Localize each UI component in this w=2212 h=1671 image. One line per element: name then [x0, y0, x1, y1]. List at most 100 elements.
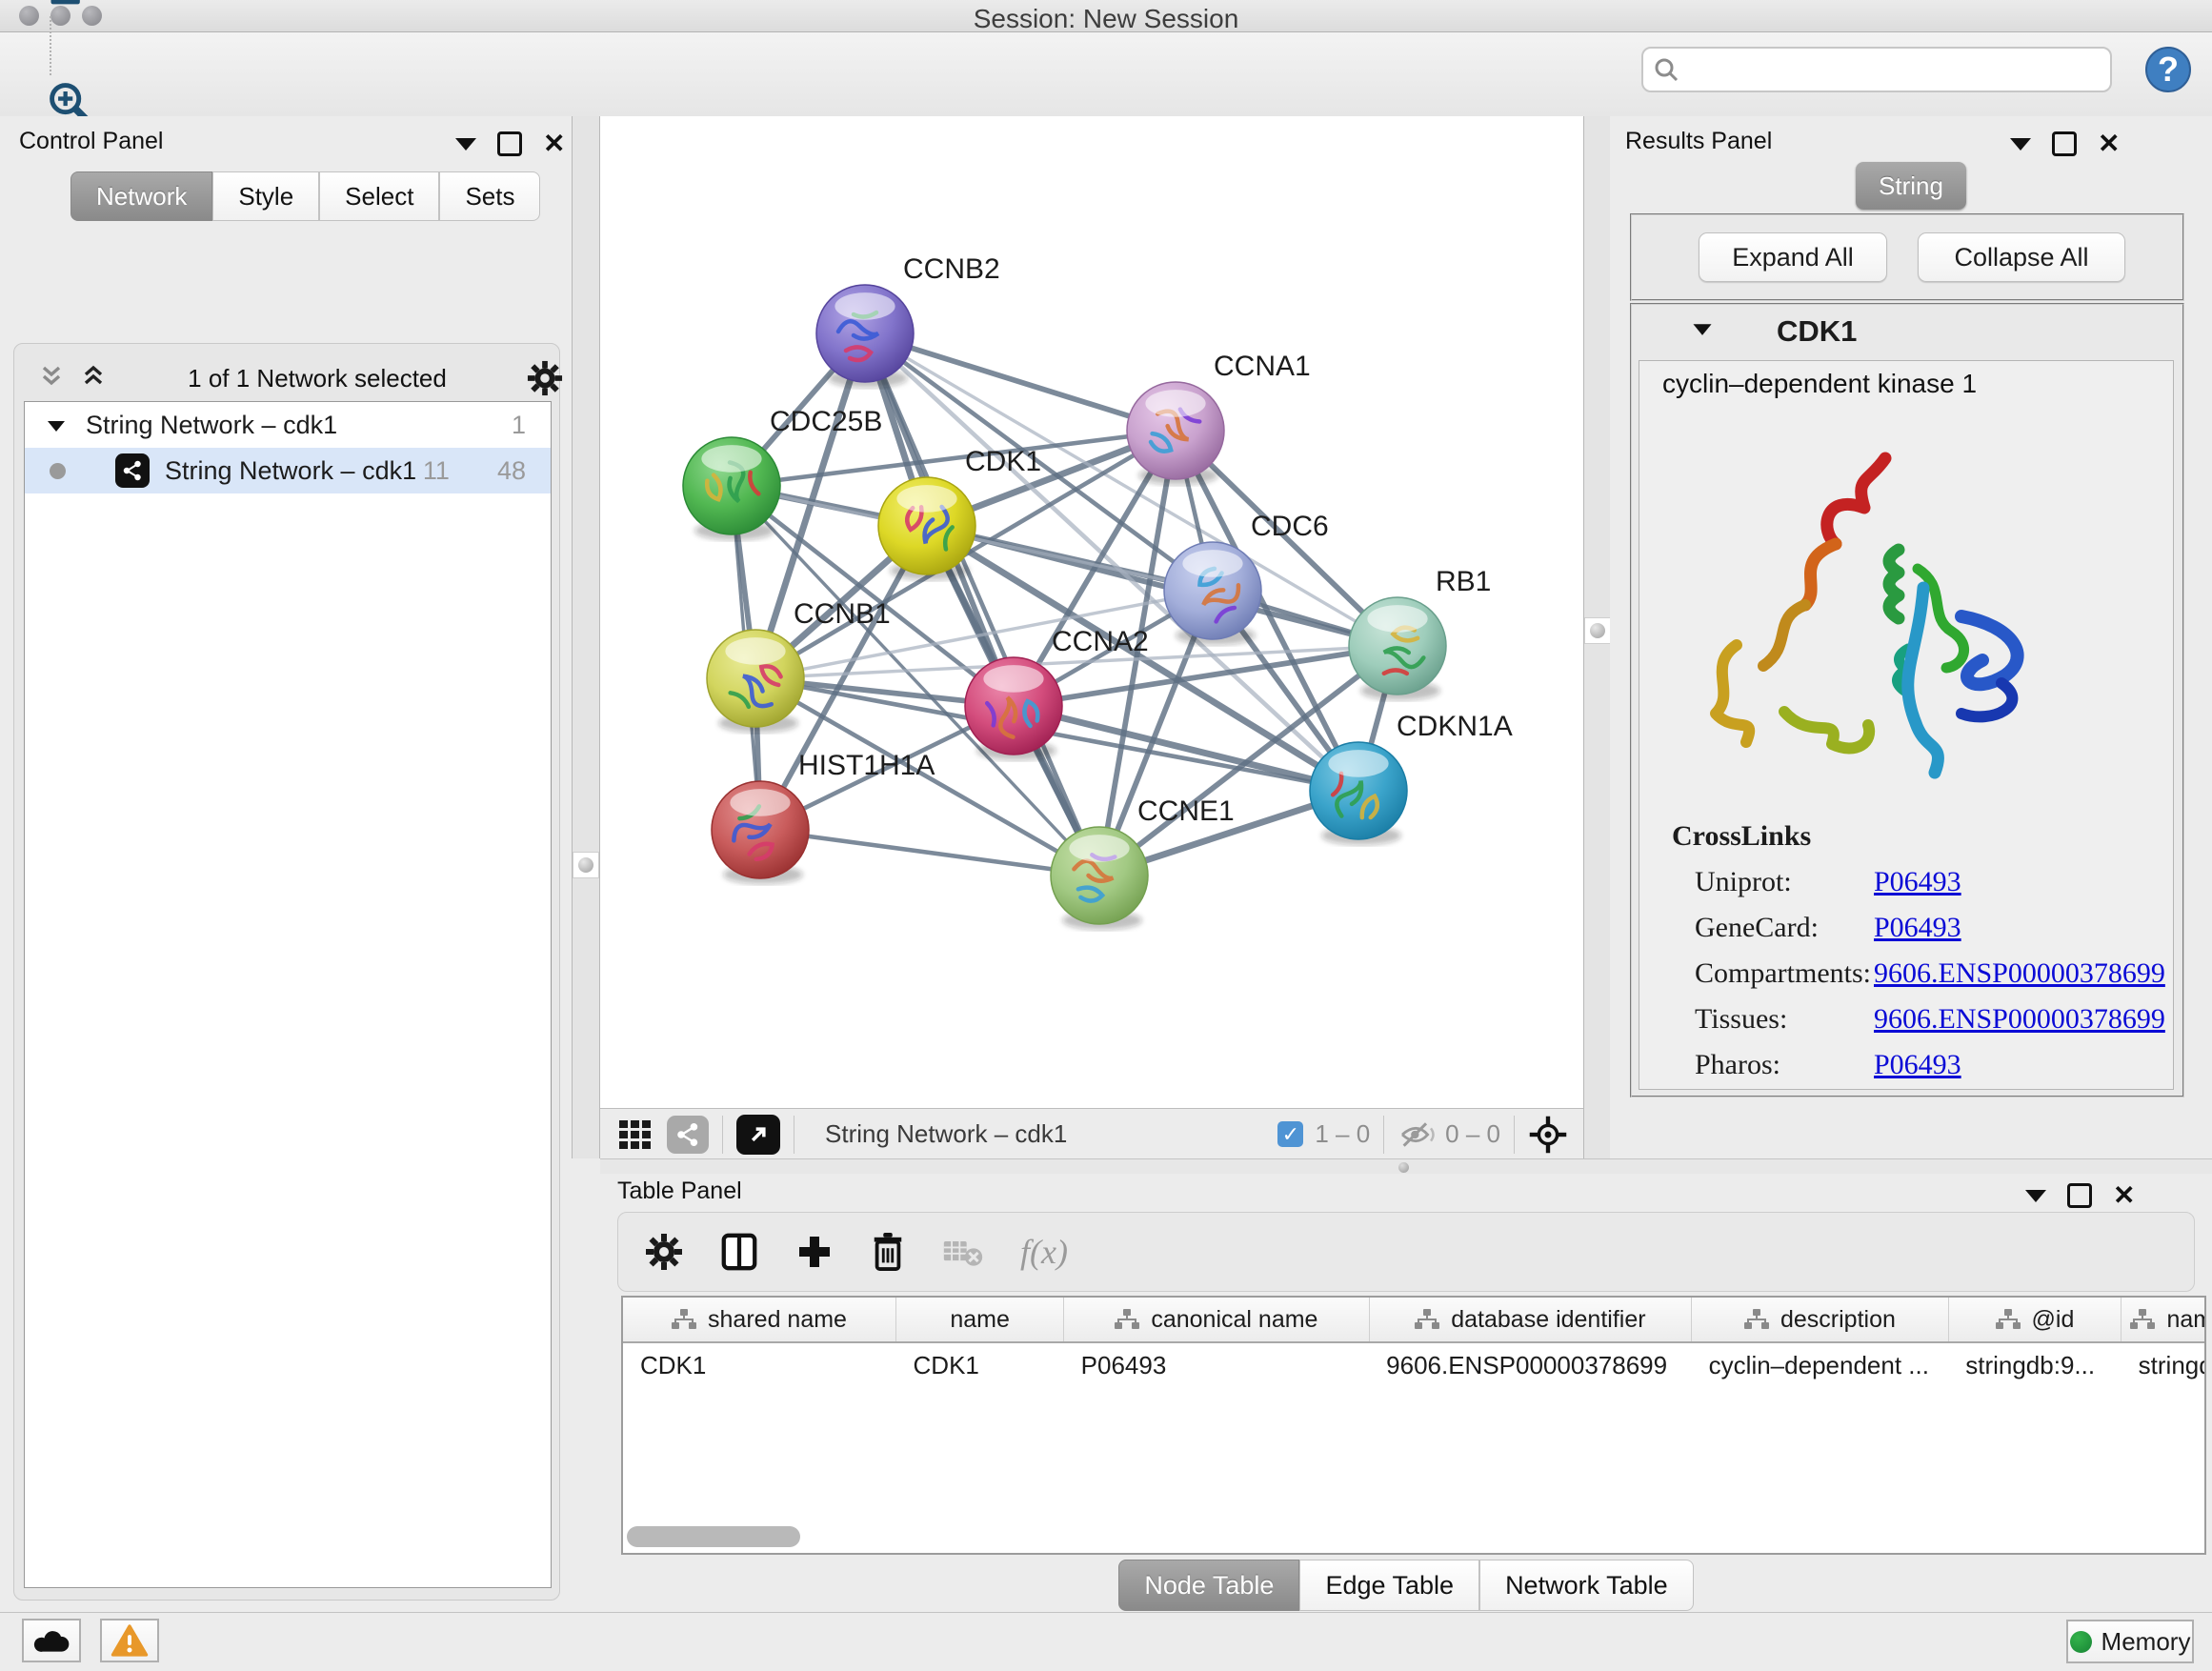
network-edge-HIST1H1A-CCNE1[interactable] [760, 830, 1099, 876]
results-panel-float-icon[interactable] [2052, 131, 2077, 156]
gene-result-section: CDK1 cyclin–dependent kinase 1 [1630, 303, 2184, 1097]
left-splitter-handle[interactable] [573, 852, 599, 878]
node-label: HIST1H1A [798, 750, 935, 781]
memory-status-dot [2070, 1631, 2092, 1653]
memory-button[interactable]: Memory [2066, 1620, 2194, 1663]
network-status-dot [50, 463, 66, 479]
column-header-name[interactable]: name [896, 1298, 1064, 1342]
crosslink-link[interactable]: P06493 [1874, 866, 1961, 898]
column-header-shared-name[interactable]: shared name [623, 1298, 896, 1342]
hidden-eye-icon [1398, 1118, 1436, 1151]
crosslink-link[interactable]: P06493 [1874, 1049, 1961, 1081]
column-header-database-identifier[interactable]: database identifier [1369, 1298, 1692, 1342]
network-view-canvas[interactable]: CCNB2CCNA1CDC25BCDK1CDC6RB1CCNB1CCNA2CDK… [600, 116, 1583, 1108]
delete-column-trash-icon[interactable] [870, 1231, 906, 1273]
network-row-selected[interactable]: String Network – cdk1 11 48 [25, 448, 551, 493]
toolbar-export-image-button[interactable] [43, 0, 96, 16]
table-cell[interactable]: stringdb [2122, 1342, 2206, 1387]
control-panel-float-icon[interactable] [497, 131, 522, 156]
network-node-CCNE1[interactable]: CCNE1 [1051, 795, 1235, 930]
tab-edge-table[interactable]: Edge Table [1299, 1560, 1479, 1611]
network-node-HIST1H1A[interactable]: HIST1H1A [712, 750, 935, 884]
crosslink-link[interactable]: 9606.ENSP00000378699 [1874, 1003, 2165, 1036]
warnings-button[interactable] [100, 1619, 159, 1662]
toolbar-separator [50, 16, 51, 75]
table-panel-float-icon[interactable] [2067, 1183, 2092, 1208]
network-node-CCNA1[interactable]: CCNA1 [1127, 351, 1311, 485]
tree-expand-icon[interactable] [46, 411, 67, 440]
left-splitter[interactable] [572, 116, 600, 1158]
tab-string[interactable]: String [1856, 162, 1966, 210]
birds-eye-grid-icon[interactable] [617, 1117, 654, 1153]
table-settings-gear-icon[interactable] [645, 1233, 683, 1271]
column-header-id[interactable]: @id [1948, 1298, 2121, 1342]
table-panel-menu-icon[interactable] [2025, 1190, 2046, 1202]
node-highlight [1367, 605, 1427, 633]
table-horizontal-scrollbar[interactable] [627, 1526, 800, 1547]
fit-selected-crosshair-icon[interactable] [1528, 1115, 1568, 1155]
help-button[interactable]: ? [2143, 45, 2193, 99]
network-row-label: String Network – cdk1 [165, 456, 416, 486]
crosslink-row: Pharos:P06493 [1672, 1049, 2165, 1081]
table-cell[interactable]: CDK1 [623, 1342, 896, 1387]
tab-node-table[interactable]: Node Table [1118, 1560, 1299, 1611]
collapse-all-networks-icon[interactable] [37, 364, 66, 393]
tab-style[interactable]: Style [212, 171, 319, 221]
network-panel-body: 1 of 1 Network selected [13, 343, 560, 1601]
node-label: CDC6 [1251, 511, 1329, 542]
network-options-gear-icon[interactable] [527, 360, 563, 396]
column-header-description[interactable]: description [1692, 1298, 1949, 1342]
gene-result-header[interactable]: CDK1 [1632, 305, 2182, 358]
cloud-button[interactable] [22, 1619, 81, 1662]
gene-expand-icon[interactable] [1691, 321, 1714, 342]
network-edge-CCNB2-CCNE1[interactable] [865, 333, 1099, 876]
column-header-namespace[interactable]: namespace [2122, 1298, 2206, 1342]
crosslinks-title: CrossLinks [1672, 820, 2165, 853]
create-column-plus-icon[interactable] [795, 1233, 834, 1271]
node-highlight [1069, 835, 1129, 862]
bottom-splitter-handle[interactable] [1398, 1162, 1409, 1173]
expand-all-button[interactable]: Expand All [1699, 232, 1887, 282]
gene-detail-card: cyclin–dependent kinase 1 [1639, 360, 2174, 1090]
title-bar: Session: New Session [0, 0, 2212, 32]
column-header-canonical-name[interactable]: canonical name [1064, 1298, 1369, 1342]
table-row[interactable]: CDK1CDK1P064939606.ENSP00000378699cyclin… [623, 1342, 2206, 1387]
crosslink-label: GeneCard: [1695, 912, 1874, 944]
table-cell[interactable]: P06493 [1064, 1342, 1369, 1387]
results-panel-close-icon[interactable]: ✕ [2098, 134, 2120, 153]
selected-checkbox[interactable]: ✓ [1277, 1121, 1303, 1147]
right-splitter[interactable] [1583, 116, 1612, 1158]
control-panel-close-icon[interactable]: ✕ [543, 134, 565, 153]
network-collection-row[interactable]: String Network – cdk1 1 [25, 402, 551, 448]
tab-sets[interactable]: Sets [439, 171, 540, 221]
tab-network-table[interactable]: Network Table [1479, 1560, 1694, 1611]
expand-all-networks-icon[interactable] [79, 364, 108, 393]
open-in-window-icon[interactable] [736, 1115, 780, 1155]
node-highlight [725, 637, 785, 665]
node-label: CCNB1 [794, 598, 891, 630]
network-node-CCNB1[interactable]: CCNB1 [707, 598, 891, 733]
search-input[interactable] [1679, 51, 2110, 88]
network-node-RB1[interactable]: RB1 [1349, 566, 1491, 700]
table-cell[interactable]: stringdb:9... [1948, 1342, 2121, 1387]
show-columns-icon[interactable] [719, 1231, 759, 1273]
network-node-CDKN1A[interactable]: CDKN1A [1310, 711, 1513, 845]
tab-select[interactable]: Select [319, 171, 439, 221]
network-type-icon [115, 453, 150, 488]
control-panel: Control Panel ✕ NetworkStyleSelectSets 1… [0, 116, 572, 1158]
collapse-all-button[interactable]: Collapse All [1918, 232, 2125, 282]
right-splitter-handle[interactable] [1584, 617, 1611, 644]
table-cell[interactable]: CDK1 [896, 1342, 1064, 1387]
table-cell[interactable]: 9606.ENSP00000378699 [1369, 1342, 1692, 1387]
tab-network[interactable]: Network [70, 171, 212, 221]
node-label: RB1 [1436, 566, 1491, 597]
node-label: CDK1 [965, 446, 1041, 477]
control-panel-menu-icon[interactable] [455, 138, 476, 151]
table-cell[interactable]: cyclin–dependent ... [1692, 1342, 1949, 1387]
crosslink-link[interactable]: P06493 [1874, 912, 1961, 944]
crosslink-link[interactable]: 9606.ENSP00000378699 [1874, 957, 2165, 990]
table-panel-close-icon[interactable]: ✕ [2113, 1186, 2135, 1205]
network-share-icon[interactable] [667, 1116, 709, 1154]
results-panel-menu-icon[interactable] [2010, 138, 2031, 151]
table-tabbar: Node TableEdge TableNetwork Table [600, 1560, 2212, 1611]
